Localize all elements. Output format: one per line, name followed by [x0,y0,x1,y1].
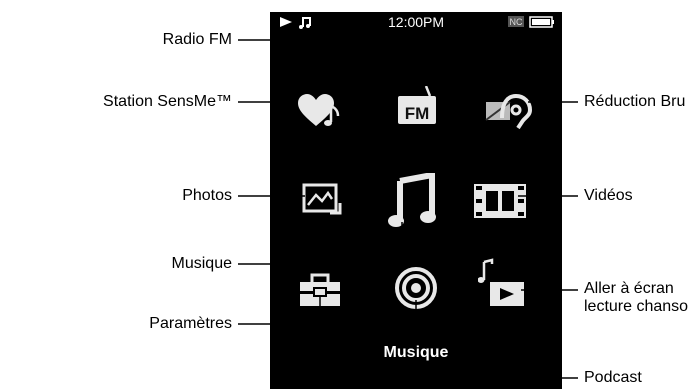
label-podcast: Podcast [584,369,642,386]
label-sensme: Station SensMe™ [103,93,232,110]
leader-musique [238,222,403,265]
label-radio-fm: Radio FM [162,31,232,48]
leader-radio-fm [238,39,417,86]
label-photos: Photos [182,187,232,204]
leader-podcast [415,300,578,379]
label-videos: Vidéos [584,187,633,204]
label-parametres: Paramètres [149,315,232,332]
label-musique: Musique [171,255,232,272]
label-aller-line1: Aller à écran [584,280,674,297]
label-reduction: Réduction Bru [584,93,686,110]
label-aller-line2: lecture chanso [584,298,689,315]
leader-parametres [238,296,321,325]
